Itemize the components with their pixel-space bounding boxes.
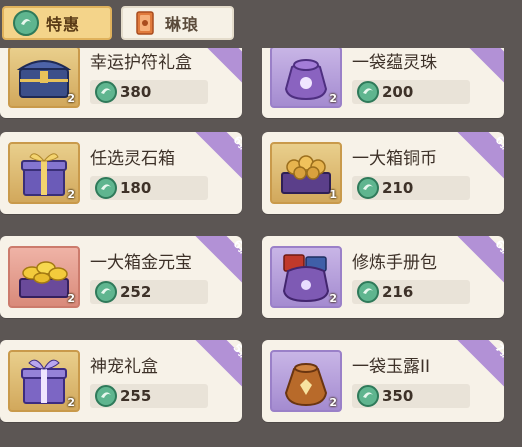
discount-ribbon: 7折 [450,340,504,395]
item-icon-frame: 2 [8,48,80,108]
shop-item-card[interactable]: 2 神宠礼盒 255 5折 [0,340,242,422]
item-quantity: 2 [329,92,337,105]
price-box: 255 [90,384,208,408]
item-name: 修炼手册包 [352,253,437,273]
item-icon-frame: 2 [270,350,342,412]
item-quantity: 2 [67,396,75,409]
purple-pouch-icon [284,59,328,101]
price-box: 350 [352,384,470,408]
price-box: 252 [90,280,208,304]
shop-item-card[interactable]: 1 一大箱铜币 210 6折 [262,132,504,214]
jade-dew-pouch-icon [284,363,328,407]
item-name: 一袋蕴灵珠 [352,53,437,73]
jade-coin-icon [357,177,379,199]
item-icon-frame: 2 [270,48,342,108]
shop-item-grid: 2 幸运护符礼盒 380 2 一袋蕴灵珠 200 2 任选灵石箱 180 6折 … [0,48,522,447]
shop-item-card[interactable]: 2 修炼手册包 216 6折 [262,236,504,318]
item-price: 350 [382,387,414,405]
tab-treasures[interactable]: 琳琅 [121,6,234,40]
item-quantity: 2 [329,396,337,409]
tab-label: 琳琅 [165,15,200,34]
discount-ribbon [188,48,242,91]
price-box: 200 [352,80,470,104]
card-icon [131,9,159,37]
discount-ribbon: 6折 [188,132,242,187]
item-price: 380 [120,83,152,101]
coin-chest-icon [281,155,331,194]
discount-ribbon: 5折 [188,340,242,395]
price-box: 210 [352,176,470,200]
jade-coin-icon [357,281,379,303]
gift-box-icon [21,153,67,196]
tab-special-offers[interactable]: 特惠 [2,6,112,40]
item-name: 一袋玉露II [352,357,431,377]
tab-label: 特惠 [46,15,81,34]
item-name: 任选灵石箱 [90,149,175,169]
discount-ribbon: 6折 [450,236,504,291]
price-box: 180 [90,176,208,200]
book-pouch-icon [282,254,330,303]
shop-item-card[interactable]: 2 幸运护符礼盒 380 [0,48,242,118]
item-icon-frame: 1 [270,142,342,204]
jade-coin-icon [95,81,117,103]
jade-coin-icon [95,177,117,199]
jade-coin-icon [357,81,379,103]
item-quantity: 2 [67,188,75,201]
gold-ingot-chest-icon [19,261,69,298]
discount-ribbon: 6折 [188,236,242,291]
jade-coin-icon [12,9,40,37]
blue-chest-icon [16,60,72,98]
item-icon-frame: 2 [8,246,80,308]
tab-bar: 特惠 琳琅 [0,0,522,48]
price-box: 216 [352,280,470,304]
item-quantity: 1 [329,188,337,201]
shop-item-card[interactable]: 2 任选灵石箱 180 6折 [0,132,242,214]
item-name: 幸运护符礼盒 [90,53,192,73]
item-price: 210 [382,179,414,197]
item-quantity: 2 [67,92,75,105]
item-price: 216 [382,283,414,301]
item-quantity: 2 [67,292,75,305]
discount-ribbon: 6折 [450,132,504,187]
item-price: 255 [120,387,152,405]
item-icon-frame: 2 [8,142,80,204]
item-name: 一大箱铜币 [352,149,437,169]
shop-item-card[interactable]: 2 一大箱金元宝 252 6折 [0,236,242,318]
shop-item-card[interactable]: 2 一袋蕴灵珠 200 [262,48,504,118]
item-price: 180 [120,179,152,197]
price-box: 380 [90,80,208,104]
discount-ribbon [450,48,504,91]
item-icon-frame: 2 [8,350,80,412]
item-price: 252 [120,283,152,301]
item-name: 一大箱金元宝 [90,253,192,273]
item-name: 神宠礼盒 [90,357,158,377]
jade-coin-icon [95,281,117,303]
pet-gift-box-icon [21,359,67,404]
shop-item-card[interactable]: 2 一袋玉露II 350 7折 [262,340,504,422]
item-price: 200 [382,83,414,101]
item-quantity: 2 [329,292,337,305]
item-icon-frame: 2 [270,246,342,308]
jade-coin-icon [357,385,379,407]
jade-coin-icon [95,385,117,407]
